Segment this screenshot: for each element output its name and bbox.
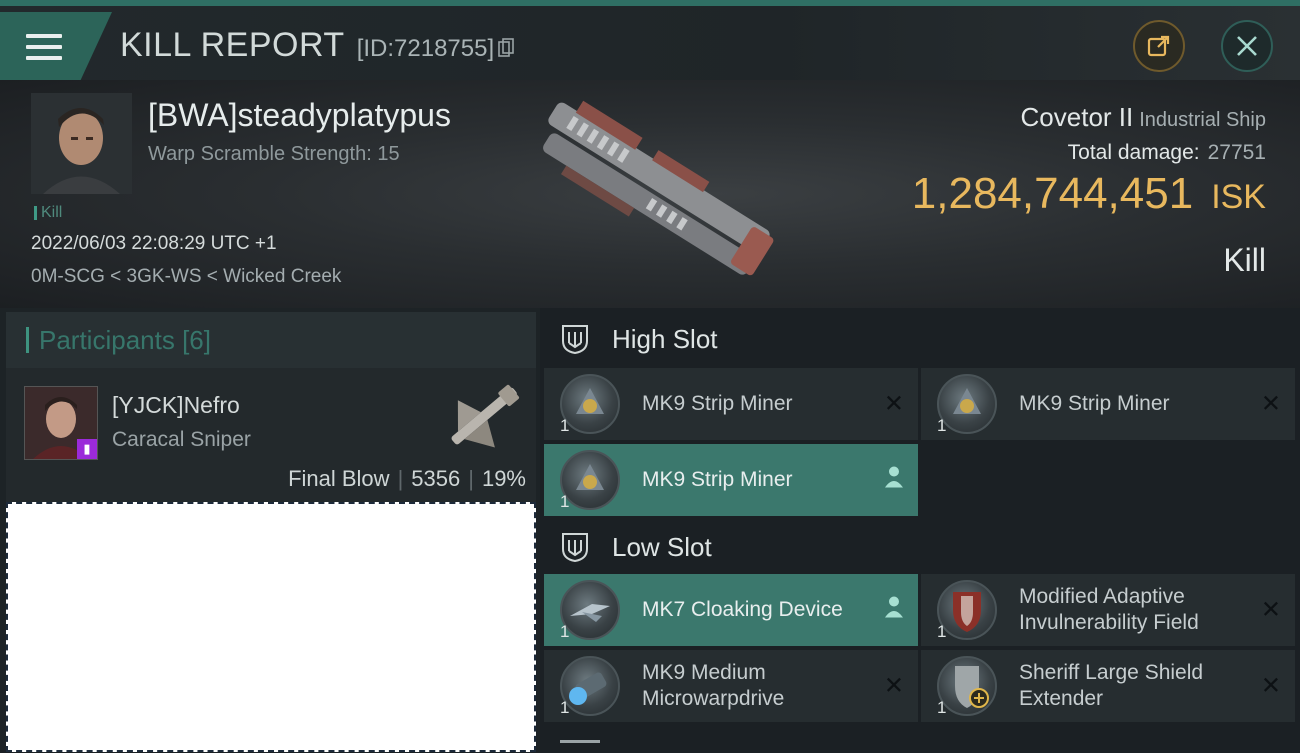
kill-result: Kill — [1223, 242, 1266, 278]
high-slot-label: High Slot — [612, 323, 718, 354]
destroyed-status-icon: ✕ — [883, 390, 904, 418]
high-slot-header: High Slot — [540, 308, 1300, 370]
victim-portrait[interactable] — [31, 93, 132, 194]
close-button[interactable] — [1221, 20, 1273, 72]
share-button[interactable] — [1133, 20, 1185, 72]
module-name: Sheriff Large Shield Extender — [1019, 661, 1204, 710]
victim-ship-class: Industrial Ship — [1139, 109, 1266, 131]
page-title: KILL REPORT — [120, 26, 345, 64]
module-row[interactable]: 1 MK9 Strip Miner ✕ — [544, 368, 918, 440]
module-name: MK9 Strip Miner — [642, 392, 793, 415]
victim-ship-name[interactable]: Covetor II — [1021, 102, 1134, 132]
isk-label: ISK — [1211, 178, 1266, 216]
participant-role: Final Blow — [288, 466, 390, 491]
title-group: KILL REPORT [ID:7218755] — [120, 26, 514, 65]
victim-name[interactable]: [BWA]steadyplatypus — [148, 97, 451, 134]
module-name: MK9 Strip Miner — [1019, 392, 1170, 415]
participant-name[interactable]: [YJCK]Nefro — [112, 392, 240, 419]
module-quantity: 1 — [937, 416, 947, 435]
corp-badge-icon: ▮ — [77, 439, 97, 459]
destroyed-status-icon: ✕ — [1260, 596, 1281, 624]
participant-stats: Final Blow | 5356 | 19% — [288, 466, 526, 491]
victim-summary: [BWA]steadyplatypus Warp Scramble Streng… — [0, 80, 1300, 308]
participants-panel: Participants [6] ▮ [YJCK]Nefro Caracal S… — [0, 308, 540, 752]
module-name: Modified Adaptive Invulnerability Field — [1019, 585, 1199, 634]
dropped-person-icon — [884, 596, 904, 625]
kill-tag: Kill — [34, 204, 62, 222]
victim-ship-info: Covetor II Industrial Ship Total damage: 2… — [912, 102, 1266, 219]
low-slot-label: Low Slot — [612, 531, 712, 562]
warp-scramble-strength: Warp Scramble Strength: 15 — [148, 143, 400, 165]
hamburger-menu-icon — [26, 34, 62, 60]
module-row[interactable]: 1 MK7 Cloaking Device — [544, 574, 918, 646]
participant-row[interactable]: ▮ [YJCK]Nefro Caracal Sniper Final Blow … — [6, 368, 536, 502]
participant-percent: 19% — [481, 466, 526, 491]
kill-location[interactable]: 0M-SCG < 3GK-WS < Wicked Creek — [31, 266, 341, 288]
module-quantity: 1 — [937, 622, 947, 641]
module-name: MK9 Strip Miner — [642, 468, 793, 491]
high-slot-icon — [562, 325, 588, 355]
participants-title: Participants [6] — [39, 324, 211, 355]
participant-ship-image — [451, 384, 520, 448]
module-quantity: 1 — [560, 622, 570, 641]
module-row[interactable]: 1 MK9 Strip Miner ✕ — [921, 368, 1295, 440]
module-row[interactable]: 1 Sheriff Large Shield Extender ✕ — [921, 650, 1295, 722]
module-row[interactable]: 1 MK9 Medium Microwarpdrive ✕ — [544, 650, 918, 722]
participant-ship: Caracal Sniper — [112, 428, 251, 451]
module-row[interactable]: 1 MK9 Strip Miner — [544, 444, 918, 516]
total-damage-value: 27751 — [1207, 141, 1266, 164]
low-slot-icon — [562, 533, 588, 563]
total-damage-label: Total damage: — [1067, 141, 1200, 164]
module-quantity: 1 — [560, 416, 570, 435]
low-slot-header: Low Slot — [540, 516, 1300, 578]
module-quantity: 1 — [560, 698, 570, 717]
menu-button[interactable] — [0, 12, 112, 80]
blank-placeholder-area — [6, 502, 536, 752]
destroyed-status-icon: ✕ — [1260, 672, 1281, 700]
next-slot-header-partial — [560, 740, 600, 753]
fitting-panel: High Slot 1 MK9 Strip Miner ✕ 1 MK9 Stri… — [540, 308, 1300, 750]
report-id: [ID:7218755] — [356, 35, 495, 62]
close-icon — [1237, 36, 1257, 56]
kill-report-header: KILL REPORT [ID:7218755] — [0, 0, 1300, 80]
dropped-person-icon — [884, 466, 904, 495]
module-name: MK9 Medium Microwarpdrive — [642, 661, 785, 710]
participants-header[interactable]: Participants [6] — [6, 312, 536, 368]
copy-id-icon[interactable] — [498, 38, 514, 58]
destroyed-status-icon: ✕ — [883, 672, 904, 700]
participant-damage: 5356 — [411, 466, 461, 491]
module-name: MK7 Cloaking Device — [642, 598, 843, 621]
victim-ship-image — [543, 100, 774, 276]
participant-portrait[interactable]: ▮ — [24, 386, 98, 460]
destroyed-status-icon: ✕ — [1260, 390, 1281, 418]
share-icon — [1147, 35, 1170, 57]
module-quantity: 1 — [937, 698, 947, 717]
module-quantity: 1 — [560, 492, 570, 511]
isk-value: 1,284,744,451 — [911, 169, 1194, 218]
kill-datetime: 2022/06/03 22:08:29 UTC +1 — [31, 233, 277, 254]
module-row[interactable]: 1 Modified Adaptive Invulnerability Fiel… — [921, 574, 1295, 646]
